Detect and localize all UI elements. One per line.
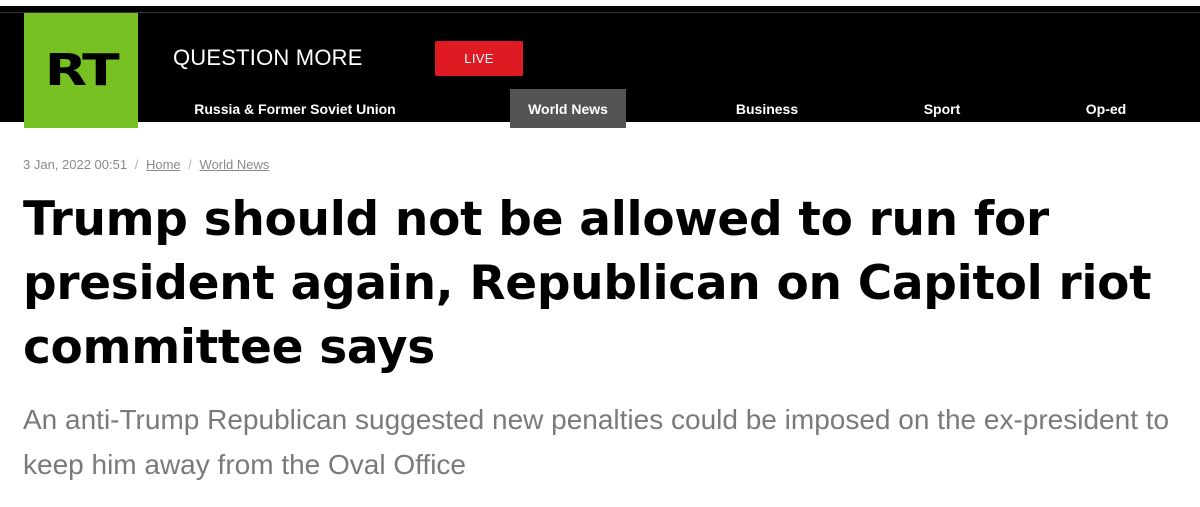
header-divider [0, 12, 1200, 13]
article-summary: An anti-Trump Republican suggested new p… [23, 404, 1170, 480]
nav-item-op-ed[interactable]: Op-ed [1070, 89, 1142, 128]
article-date: 3 Jan, 2022 00:51 [23, 157, 128, 172]
nav-item-business[interactable]: Business [717, 89, 817, 128]
nav-item-russia[interactable]: Russia & Former Soviet Union [176, 89, 414, 128]
breadcrumb-home-link[interactable]: Home [146, 157, 181, 172]
article-headline: Trump should not be allowed to run for p… [23, 192, 1152, 375]
breadcrumb-separator: / [134, 157, 139, 172]
live-button[interactable]: LIVE [435, 41, 523, 76]
main-nav: Russia & Former Soviet Union World News … [0, 89, 1200, 128]
breadcrumb-separator: / [188, 157, 192, 172]
site-header: RT QUESTION MORE LIVE Russia & Former So… [0, 0, 1200, 128]
breadcrumb-section-link[interactable]: World News [200, 157, 270, 172]
nav-item-world-news[interactable]: World News [510, 89, 626, 128]
site-tagline: QUESTION MORE [173, 45, 363, 70]
nav-item-sport[interactable]: Sport [905, 89, 979, 128]
breadcrumb: 3 Jan, 2022 00:51 / Home / World News [23, 157, 269, 172]
